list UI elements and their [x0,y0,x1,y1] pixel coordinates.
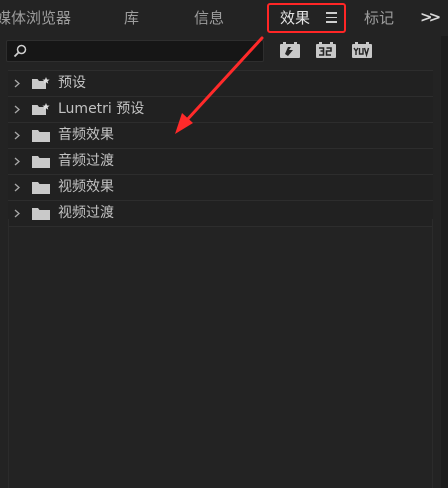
preset-folder-icon [32,77,50,89]
chevron-right-icon[interactable] [14,157,20,166]
folder-icon [32,208,50,220]
chevron-right-icon[interactable] [14,209,20,218]
preset-folder-icon [32,103,50,115]
tree-item-label: 预设 [58,75,86,91]
tree-item-label: 音频过渡 [58,153,114,169]
chevron-right-icon[interactable] [14,79,20,88]
panel-divider [432,219,433,488]
chevron-right-icon[interactable] [14,105,20,114]
panel-divider [8,219,9,488]
folder-icon [32,156,50,168]
tree-item-presets[interactable]: 预设 [8,70,433,96]
folder-icon [32,130,50,142]
tree-item-audio-effects[interactable]: 音频效果 [8,122,433,148]
accelerated-effects-icon [280,42,300,58]
yuv-effects-button[interactable] [351,41,373,59]
tree-item-label: Lumetri 预设 [58,101,145,117]
32bit-effects-button[interactable] [315,41,337,59]
tab-info[interactable]: 信息 [194,0,224,36]
search-icon [13,44,27,58]
panel-scroll-gutter[interactable] [441,36,448,488]
tree-item-label: 视频过渡 [58,205,114,221]
yuv-effects-icon [352,42,372,58]
tree-item-label: 视频效果 [58,179,114,195]
tab-overflow-icon[interactable]: >> [420,8,441,26]
accelerated-effects-button[interactable] [279,41,301,59]
tab-effects[interactable]: 效果 [280,0,310,36]
tree-item-video-effects[interactable]: 视频效果 [8,174,433,200]
tab-media-browser[interactable]: 媒体浏览器 [0,0,71,36]
panel-menu-icon[interactable] [326,12,337,23]
tree-item-lumetri-presets[interactable]: Lumetri 预设 [8,96,433,122]
32bit-effects-icon [316,42,336,58]
folder-icon [32,182,50,194]
tree-item-label: 音频效果 [58,127,114,143]
chevron-right-icon[interactable] [14,183,20,192]
tab-markers[interactable]: 标记 [364,0,394,36]
chevron-right-icon[interactable] [14,131,20,140]
search-input[interactable] [6,40,264,62]
effects-tree: 预设 Lumetri 预设 音频效果 音频过渡 视频效果 视频过渡 [8,70,433,227]
panel-tab-bar: 媒体浏览器 库 信息 效果 标记 >> [0,0,448,36]
tree-item-video-transitions[interactable]: 视频过渡 [8,200,433,227]
tab-libraries[interactable]: 库 [124,0,139,36]
tree-item-audio-transitions[interactable]: 音频过渡 [8,148,433,174]
